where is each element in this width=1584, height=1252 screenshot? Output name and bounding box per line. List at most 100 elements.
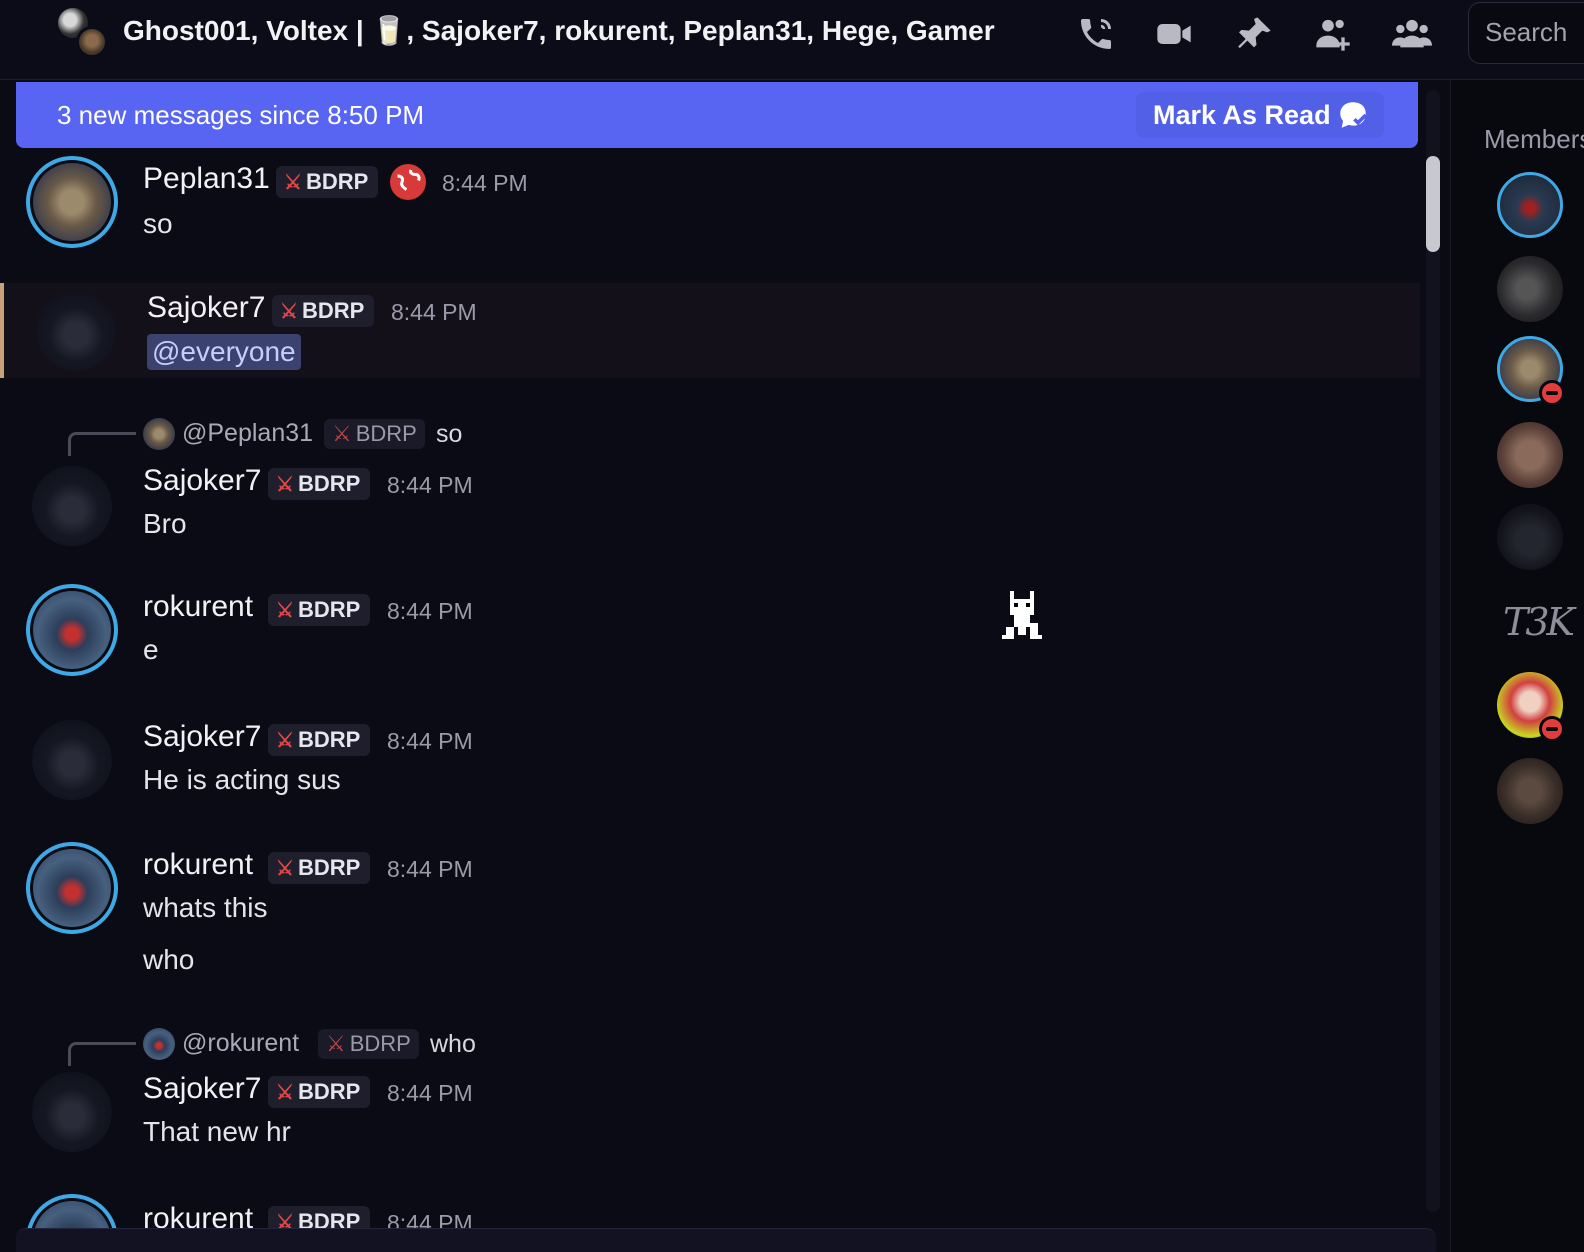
search-box[interactable] [1468,2,1584,64]
pin-icon[interactable] [1234,14,1274,54]
message-author[interactable]: Peplan31 [143,162,270,196]
member-avatar-t3k[interactable]: T3K [1503,600,1575,644]
video-icon[interactable] [1154,14,1194,54]
message-author[interactable]: Sajoker7 [143,720,261,754]
scrollbar-thumb[interactable] [1426,156,1440,252]
avatar[interactable] [26,842,118,934]
message-author[interactable]: Sajoker7 [143,464,261,498]
message-item-mention[interactable]: Sajoker7 ⚔ BDRP 8:44 PM @everyone [0,283,1420,378]
message-content: He is acting sus [143,764,341,795]
message-list[interactable]: Peplan31 ⚔ BDRP 8:44 PM so Sajoker7 ⚔ BDRP… [0,148,1420,1228]
sword-icon: ⚔ [276,730,294,752]
avatar[interactable] [26,1194,118,1228]
sword-icon: ⚔ [284,172,302,194]
mark-as-read-button[interactable]: Mark As Read [1136,92,1384,138]
message-content: so [143,208,173,239]
everyone-mention[interactable]: @everyone [147,334,301,370]
search-input[interactable] [1485,17,1584,48]
avatar[interactable] [32,720,112,800]
dm-title[interactable]: Ghost001, Voltex | 🥛, Sajoker7, rokurent… [123,14,995,47]
avatar[interactable] [32,1072,112,1152]
reply-author[interactable]: @rokurent [182,1029,299,1058]
server-tag[interactable]: ⚔ BDRP [268,594,371,626]
sword-icon: ⚔ [276,1212,294,1228]
sword-icon: ⚔ [326,1031,346,1056]
member-avatar[interactable] [1497,758,1563,824]
member-avatar[interactable] [1497,172,1563,238]
server-tag-label: BDRP [297,1079,361,1104]
reply-preview-text[interactable]: so [436,420,462,449]
message-author[interactable]: Sajoker7 [147,291,265,325]
server-tag[interactable]: ⚔ BDRP [268,1206,371,1228]
globe-icon [390,164,426,200]
sword-icon: ⚔ [276,858,294,880]
mark-as-read-label: Mark As Read [1153,100,1331,130]
avatar[interactable] [26,584,118,676]
reply-connector [68,432,136,456]
server-tag-label: BDRP [297,727,361,752]
message-item[interactable]: Sajoker7 ⚔ BDRP 8:44 PM He is acting sus [0,708,1420,828]
group-avatar-2 [76,26,108,58]
message-author[interactable]: rokurent [143,848,253,882]
message-content: who [143,944,195,975]
message-timestamp: 8:44 PM [387,856,473,882]
message-item[interactable]: rokurent ⚔ BDRP 8:44 PM [0,1192,1420,1228]
message-timestamp: 8:44 PM [387,728,473,754]
server-tag-label: BDRP [297,597,361,622]
reply-preview-text[interactable]: who [430,1030,476,1059]
reply-author[interactable]: @Peplan31 [182,419,313,448]
sword-icon: ⚔ [276,1082,294,1104]
server-tag-label: BDRP [297,1209,361,1228]
reply-avatar [143,418,175,450]
server-tag-label: BDRP [297,471,361,496]
server-tag[interactable]: ⚔ BDRP [268,468,371,500]
message-composer-edge[interactable] [16,1228,1436,1252]
server-tag[interactable]: ⚔ BDRP [276,166,379,198]
message-item-reply[interactable]: @rokurent ⚔ BDRP who Sajoker7 ⚔ BDRP 8:44 … [0,1020,1420,1170]
dnd-status-icon [1539,380,1565,406]
reply-server-tag: ⚔ BDRP [318,1029,419,1059]
sword-icon: ⚔ [280,301,298,323]
message-author[interactable]: Sajoker7 [143,1072,261,1106]
message-author[interactable]: rokurent [143,1202,253,1228]
message-timestamp: 8:44 PM [391,299,477,325]
message-item[interactable]: rokurent ⚔ BDRP 8:44 PM whats this who [0,838,1420,988]
sword-icon: ⚔ [276,474,294,496]
call-icon[interactable] [1076,14,1116,54]
message-timestamp: 8:44 PM [387,1210,473,1228]
server-tag[interactable]: ⚔ BDRP [272,295,375,327]
message-timestamp: 8:44 PM [442,170,528,196]
message-author[interactable]: rokurent [143,590,253,624]
reply-avatar [143,1028,175,1060]
member-avatar[interactable] [1497,504,1563,570]
server-tag-label: BDRP [301,298,365,323]
chat-scrollbar[interactable] [1426,90,1440,1212]
member-avatar[interactable] [1497,256,1563,322]
reply-tag-label: BDRP [355,421,417,446]
message-item[interactable]: rokurent ⚔ BDRP 8:44 PM e [0,578,1420,698]
sword-icon: ⚔ [276,600,294,622]
new-messages-text: 3 new messages since 8:50 PM [57,100,425,130]
message-content: e [143,634,159,665]
group-dm-icon [58,8,110,58]
server-tag-label: BDRP [305,169,369,194]
members-icon[interactable] [1392,14,1432,54]
sword-icon: ⚔ [332,421,352,446]
reply-connector [68,1042,136,1066]
add-friend-icon[interactable] [1313,14,1353,54]
message-content: whats this [143,892,268,923]
message-item-reply[interactable]: @Peplan31 ⚔ BDRP so Sajoker7 ⚔ BDRP 8:44 P… [0,410,1420,560]
message-timestamp: 8:44 PM [387,1080,473,1106]
avatar[interactable] [32,466,112,546]
message-item[interactable]: Peplan31 ⚔ BDRP 8:44 PM so [0,148,1420,278]
channel-header: Ghost001, Voltex | 🥛, Sajoker7, rokurent… [0,0,1584,80]
server-tag[interactable]: ⚔ BDRP [268,852,371,884]
avatar[interactable] [36,291,116,371]
message-timestamp: 8:44 PM [387,598,473,624]
server-tag[interactable]: ⚔ BDRP [268,724,371,756]
member-avatar[interactable] [1497,422,1563,488]
server-tag[interactable]: ⚔ BDRP [268,1076,371,1108]
avatar[interactable] [26,156,118,248]
new-messages-bar[interactable]: 3 new messages since 8:50 PM Mark As Rea… [16,82,1418,148]
dnd-status-icon [1539,716,1565,742]
